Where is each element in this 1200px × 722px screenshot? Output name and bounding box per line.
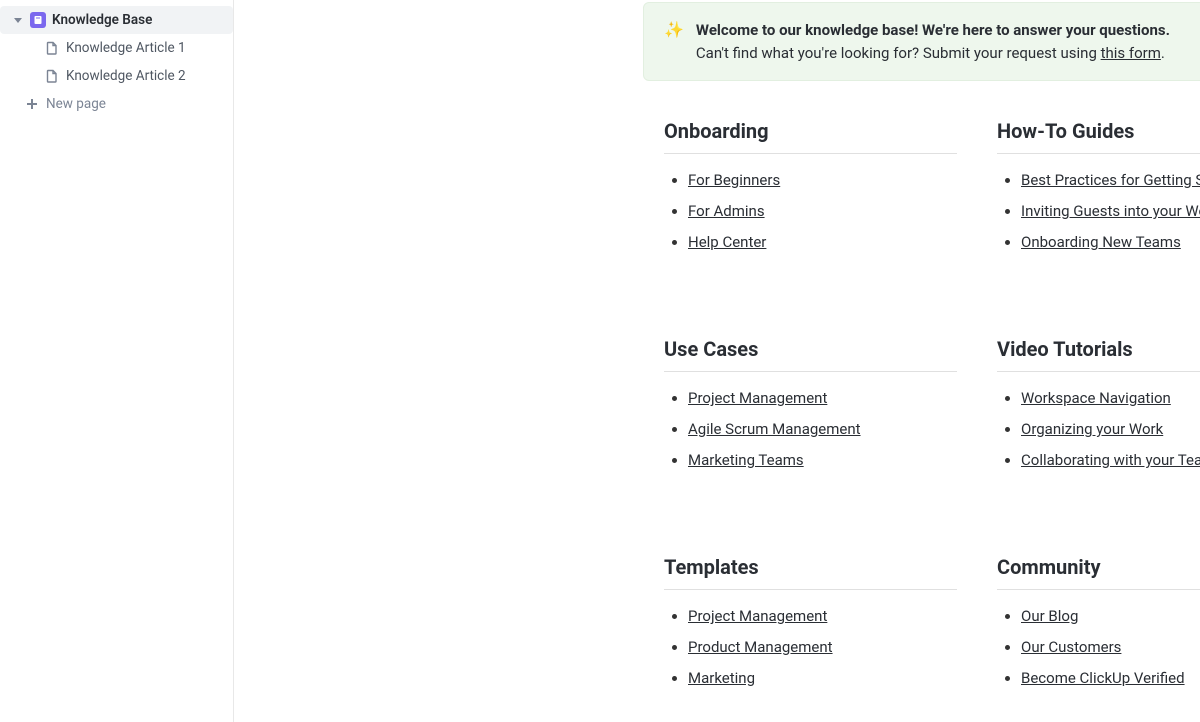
link[interactable]: Marketing Teams — [688, 451, 804, 469]
link[interactable]: Product Management — [688, 638, 833, 656]
section-title: How-To Guides — [997, 119, 1200, 154]
link[interactable]: Agile Scrum Management — [688, 420, 861, 438]
sparkle-icon: ✨ — [664, 19, 684, 64]
link[interactable]: Our Blog — [1021, 607, 1078, 625]
list-item: Best Practices for Getting Started — [1021, 170, 1200, 191]
sidebar-label: Knowledge Article 2 — [66, 68, 186, 84]
link[interactable]: Onboarding New Teams — [1021, 233, 1181, 251]
link[interactable]: Project Management — [688, 389, 827, 407]
list-item: Agile Scrum Management — [688, 419, 957, 440]
section-title: Video Tutorials — [997, 337, 1200, 372]
banner-plain: Can't find what you're looking for? Subm… — [696, 44, 1101, 62]
list-item: Marketing — [688, 668, 957, 689]
caret-down-icon — [12, 14, 24, 26]
list-item: Our Blog — [1021, 606, 1200, 627]
link[interactable]: For Beginners — [688, 171, 780, 189]
section-title: Use Cases — [664, 337, 957, 372]
section-title: Onboarding — [664, 119, 957, 154]
document-icon — [44, 68, 60, 84]
section-title: Templates — [664, 555, 957, 590]
section-title: Community — [997, 555, 1200, 590]
list-item: Workspace Navigation — [1021, 388, 1200, 409]
section-community: Community Our Blog Our Customers Become … — [997, 555, 1200, 699]
list-item: Inviting Guests into your Workspace — [1021, 201, 1200, 222]
section-onboarding: Onboarding For Beginners For Admins Help… — [664, 119, 957, 263]
sidebar-new-page[interactable]: New page — [0, 90, 233, 118]
list-item: Our Customers — [1021, 637, 1200, 658]
list-item: Help Center — [688, 232, 957, 253]
sidebar-item-knowledge-base[interactable]: Knowledge Base — [0, 6, 233, 34]
list-item: For Beginners — [688, 170, 957, 191]
list-item: Project Management — [688, 388, 957, 409]
banner-form-link[interactable]: this form — [1101, 44, 1161, 62]
sidebar-label: Knowledge Article 1 — [66, 40, 186, 56]
banner-suffix: . — [1161, 44, 1165, 62]
section-howto: How-To Guides Best Practices for Getting… — [997, 119, 1200, 263]
link[interactable]: Become ClickUp Verified — [1021, 669, 1185, 687]
sidebar-item-article-2[interactable]: Knowledge Article 2 — [0, 62, 233, 90]
link[interactable]: Inviting Guests into your Workspace — [1021, 202, 1200, 220]
list-item: Organizing your Work — [1021, 419, 1200, 440]
link[interactable]: Marketing — [688, 669, 755, 687]
link[interactable]: Help Center — [688, 233, 766, 251]
link[interactable]: Collaborating with your Team — [1021, 451, 1200, 469]
banner-text: Welcome to our knowledge base! We're her… — [696, 19, 1170, 64]
link[interactable]: Workspace Navigation — [1021, 389, 1171, 407]
link[interactable]: Organizing your Work — [1021, 420, 1163, 438]
list-item: Become ClickUp Verified — [1021, 668, 1200, 689]
list-item: Collaborating with your Team — [1021, 450, 1200, 471]
list-item: Project Management — [688, 606, 957, 627]
list-item: Onboarding New Teams — [1021, 232, 1200, 253]
sidebar-label: New page — [46, 96, 106, 112]
link[interactable]: Project Management — [688, 607, 827, 625]
welcome-banner: ✨ Welcome to our knowledge base! We're h… — [643, 2, 1200, 81]
list-item: For Admins — [688, 201, 957, 222]
document-icon — [44, 40, 60, 56]
banner-bold: Welcome to our knowledge base! We're her… — [696, 21, 1170, 39]
list-item: Marketing Teams — [688, 450, 957, 471]
section-templates: Templates Project Management Product Man… — [664, 555, 957, 699]
main-content: ✨ Welcome to our knowledge base! We're h… — [234, 0, 1200, 722]
link[interactable]: Best Practices for Getting Started — [1021, 171, 1200, 189]
sidebar-item-article-1[interactable]: Knowledge Article 1 — [0, 34, 233, 62]
section-usecases: Use Cases Project Management Agile Scrum… — [664, 337, 957, 481]
plus-icon — [24, 96, 40, 112]
sidebar: Knowledge Base Knowledge Article 1 Knowl… — [0, 0, 234, 722]
knowledge-base-icon — [30, 12, 46, 28]
link[interactable]: Our Customers — [1021, 638, 1121, 656]
list-item: Product Management — [688, 637, 957, 658]
section-video: Video Tutorials Workspace Navigation Org… — [997, 337, 1200, 481]
link[interactable]: For Admins — [688, 202, 765, 220]
sidebar-label: Knowledge Base — [52, 12, 152, 28]
